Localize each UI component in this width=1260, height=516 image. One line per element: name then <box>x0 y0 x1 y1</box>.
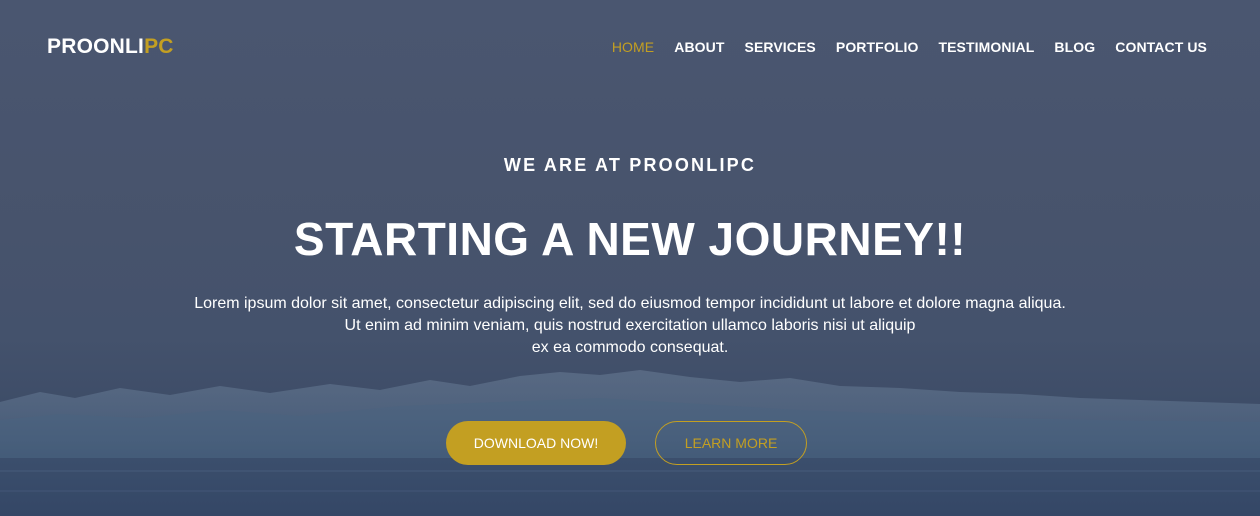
hero-description-line: Lorem ipsum dolor sit amet, consectetur … <box>194 295 1066 312</box>
nav-link-services[interactable]: SERVICES <box>745 38 816 56</box>
hero-kicker: WE ARE AT PROONLIPC <box>503 155 757 175</box>
logo-text-main: PROONLI <box>47 35 145 58</box>
hero-description: Lorem ipsum dolor sit amet, consectetur … <box>0 293 1260 359</box>
hero-section: PROONLIPC HOME ABOUT SERVICES PORTFOLIO … <box>0 0 1260 516</box>
download-now-button[interactable]: DOWNLOAD NOW! <box>446 421 626 465</box>
hero-headline: STARTING A NEW JOURNEY!! <box>293 213 967 265</box>
nav-link-contact-us[interactable]: CONTACT US <box>1115 38 1207 56</box>
nav-link-home[interactable]: HOME <box>612 38 654 56</box>
learn-more-button[interactable]: LEARN MORE <box>655 421 807 465</box>
site-logo[interactable]: PROONLIPC <box>47 34 174 60</box>
main-navigation: HOME ABOUT SERVICES PORTFOLIO TESTIMONIA… <box>612 38 1207 56</box>
hero-description-line: Ut enim ad minim veniam, quis nostrud ex… <box>344 317 916 334</box>
nav-link-testimonial[interactable]: TESTIMONIAL <box>938 38 1034 56</box>
nav-link-blog[interactable]: BLOG <box>1054 38 1095 56</box>
nav-link-about[interactable]: ABOUT <box>674 38 724 56</box>
hero-description-line: ex ea commodo consequat. <box>531 339 729 356</box>
nav-link-portfolio[interactable]: PORTFOLIO <box>836 38 919 56</box>
logo-text-accent: PC <box>144 35 174 58</box>
